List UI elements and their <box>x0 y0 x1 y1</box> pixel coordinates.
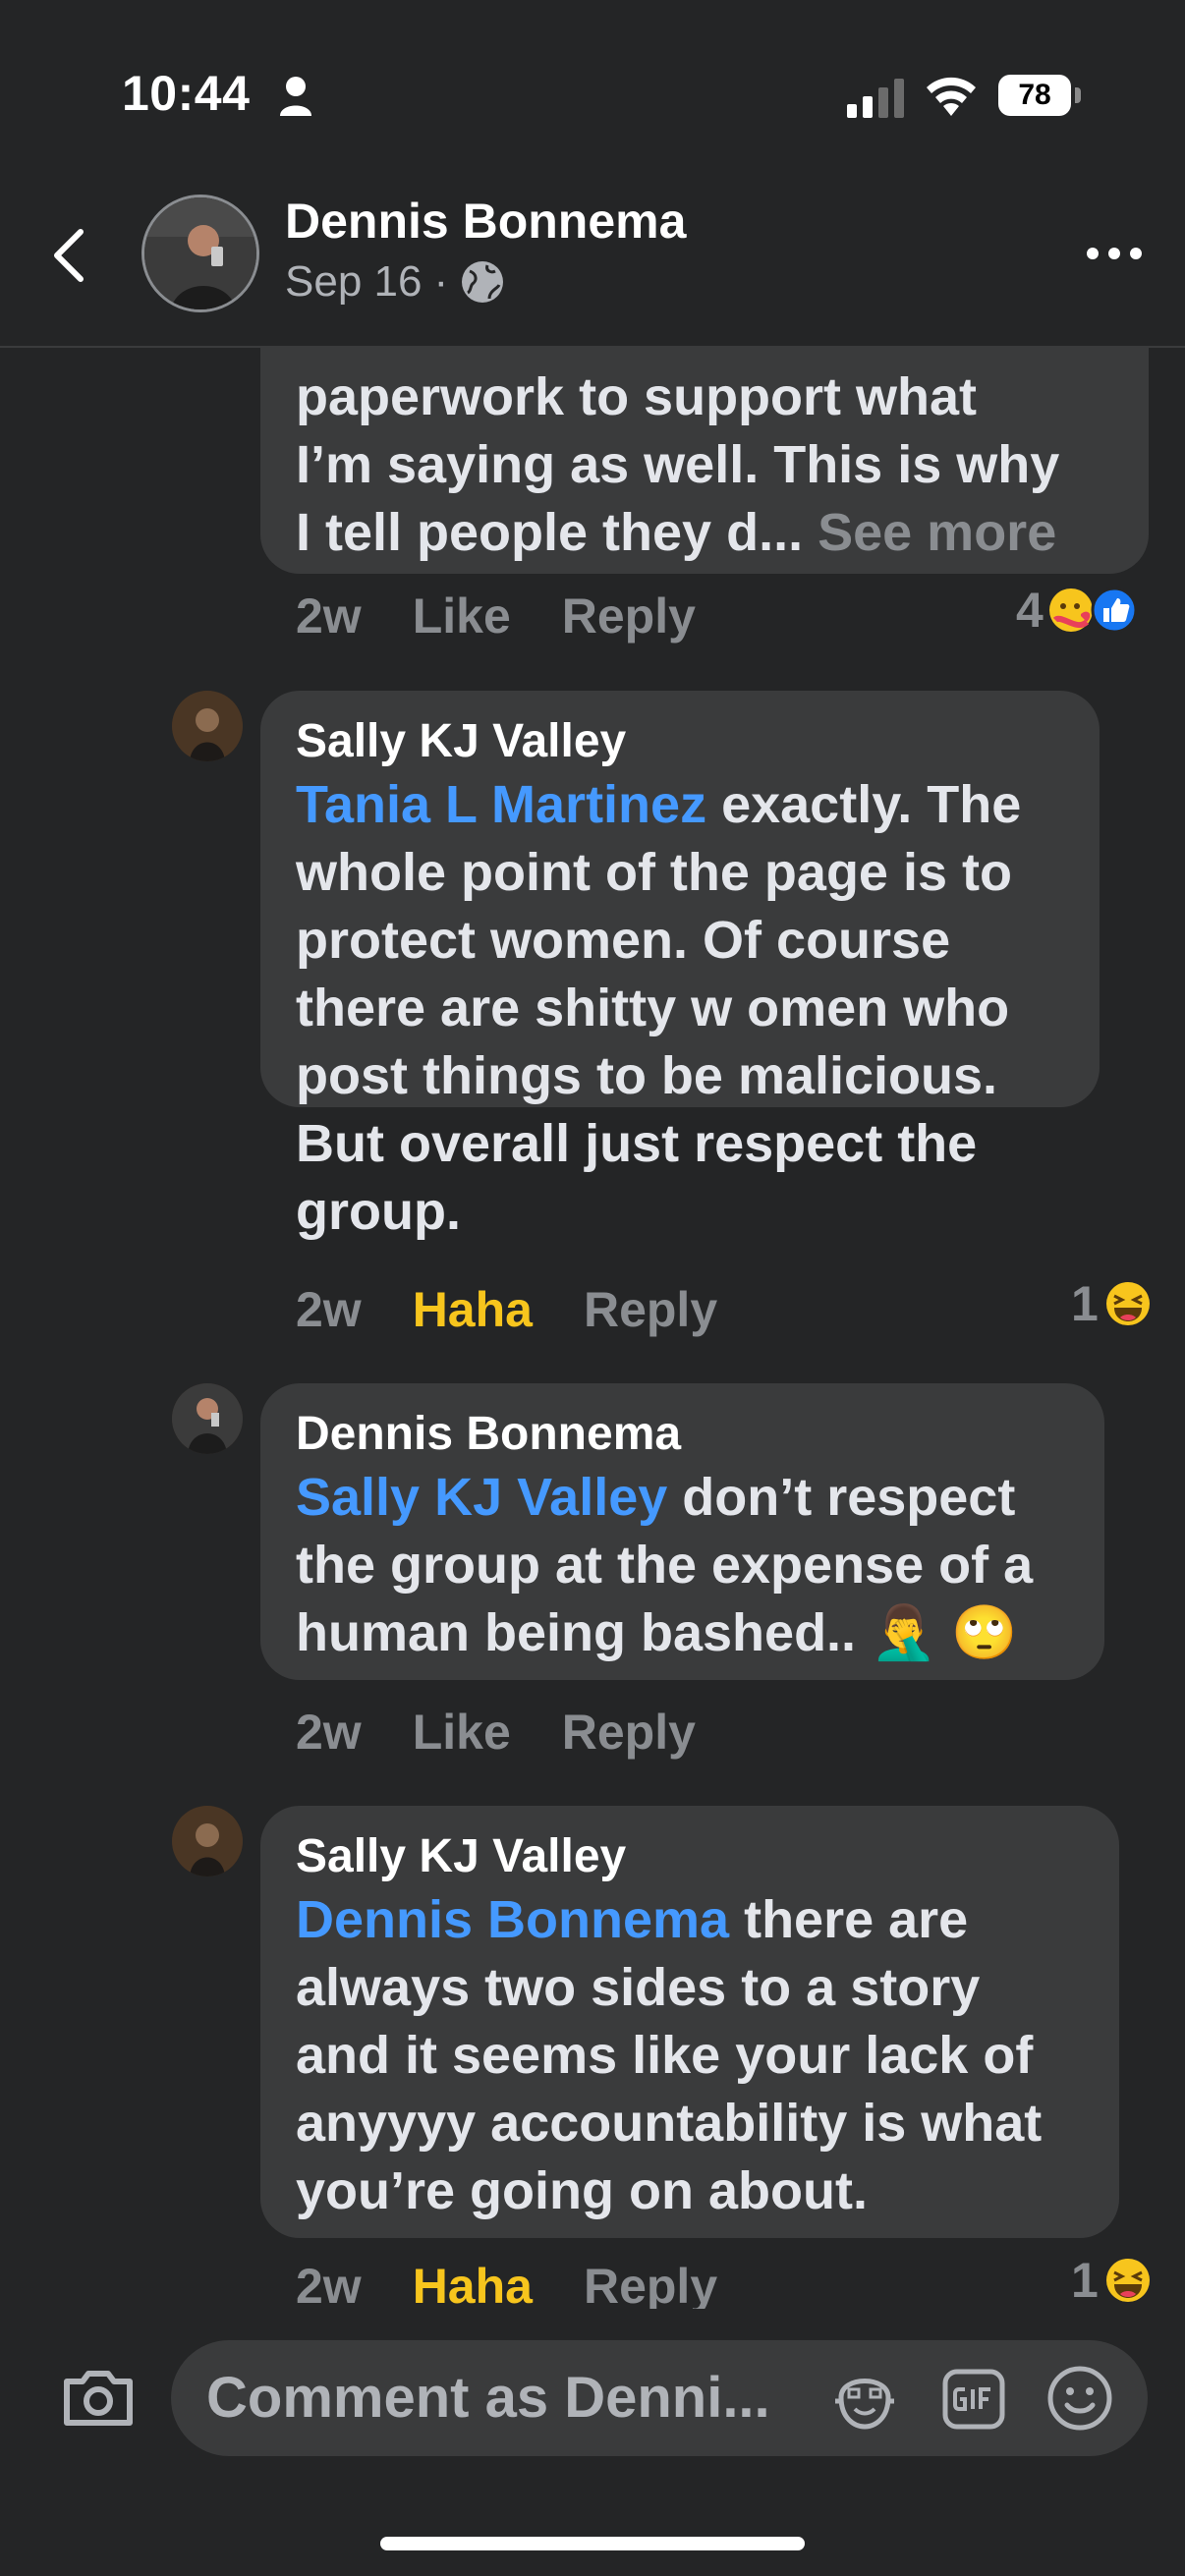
comment-line: I tell people they d... See more <box>296 499 1113 567</box>
comment-time: 2w <box>296 2259 362 2309</box>
comment-line: always two sides to a story <box>296 1958 981 2017</box>
comment-line-text: I tell people they d... <box>296 503 818 562</box>
comment-bubble[interactable]: Sally KJ Valley Dennis Bonnema there are… <box>260 1806 1119 2238</box>
post-header: Dennis Bonnema Sep 16 · <box>0 187 1185 348</box>
post-meta: Sep 16 · <box>285 257 505 307</box>
comment-line: Sally KJ Valley don’t respect <box>296 1464 1069 1532</box>
haha-reaction-icon <box>1105 1282 1150 1325</box>
home-indicator[interactable] <box>380 2537 805 2550</box>
comment-author[interactable]: Dennis Bonnema <box>296 1405 1069 1464</box>
comment-bubble[interactable]: Sally KJ Valley Tania L Martinez exactly… <box>260 691 1100 1241</box>
comment-actions: 2w Like Reply <box>296 1704 696 1761</box>
comment-line: and it seems like your lack of <box>296 2026 1034 2085</box>
more-options-icon[interactable] <box>1085 244 1144 263</box>
comment-line: But overall just respect the <box>296 1114 978 1173</box>
comment-bubble[interactable]: Dennis Bonnema Sally KJ Valley don’t res… <box>260 1383 1104 1680</box>
meta-separator: · <box>433 257 449 306</box>
commenter-avatar[interactable] <box>172 1806 243 1876</box>
comment-actions: 2w Haha Reply <box>296 1281 717 1338</box>
status-time: 10:44 <box>122 66 251 121</box>
cellular-signal-icon <box>847 79 904 118</box>
post-date[interactable]: Sep 16 <box>285 257 422 307</box>
comment-author[interactable]: Sally KJ Valley <box>296 712 1064 771</box>
comment-time: 2w <box>296 1282 362 1337</box>
author-avatar[interactable] <box>141 195 259 312</box>
comment-actions: 2w Like Reply <box>296 588 696 644</box>
reaction-count: 1 <box>1071 1276 1099 1331</box>
comment-time: 2w <box>296 588 362 644</box>
comment-author[interactable]: Sally KJ Valley <box>296 1827 1084 1886</box>
comment-line: group. <box>296 1182 461 1241</box>
avatar-sticker-icon[interactable] <box>831 2368 898 2431</box>
comment-line: you’re going on about. <box>296 2161 868 2220</box>
see-more-link[interactable]: See more <box>818 503 1056 562</box>
reaction-count: 4 <box>1016 583 1044 638</box>
comment-line: protect women. Of course <box>296 911 951 970</box>
comment-line-text: don’t respect <box>667 1468 1016 1527</box>
emoji-icon[interactable] <box>1045 2364 1114 2433</box>
reaction-summary[interactable]: 1 <box>1071 2252 1154 2309</box>
reaction-summary[interactable]: 1 <box>1071 1275 1154 1332</box>
comment-composer: Comment as Denni... <box>0 2309 1185 2456</box>
comment-bubble[interactable]: paperwork to support what I’m saying as … <box>260 348 1149 574</box>
comment-actions: 2w Haha Reply <box>296 2258 717 2309</box>
comment-line: post things to be malicious. <box>296 1046 998 1105</box>
haha-button[interactable]: Haha <box>413 1281 533 1338</box>
like-button[interactable]: Like <box>413 588 511 644</box>
comment-line: Tania L Martinez exactly. The <box>296 771 1064 839</box>
comment-line: the group at the expense of a <box>296 1536 1034 1595</box>
comment-input[interactable]: Comment as Denni... <box>171 2340 1148 2456</box>
commenter-avatar[interactable] <box>172 1383 243 1454</box>
comment-input-placeholder: Comment as Denni... <box>206 2366 770 2430</box>
comment-line: I’m saying as well. This is why <box>296 435 1060 494</box>
reply-button[interactable]: Reply <box>584 2258 717 2309</box>
comment-line: anyyyy accountability is what <box>296 2094 1043 2153</box>
mention-link[interactable]: Dennis Bonnema <box>296 1890 729 1949</box>
comment-time: 2w <box>296 1705 362 1760</box>
comment-line: Dennis Bonnema there are <box>296 1886 1084 1954</box>
like-button[interactable]: Like <box>413 1704 511 1761</box>
status-bar: 10:44 78 <box>0 0 1185 187</box>
focus-person-icon <box>280 77 311 116</box>
haha-reaction-icon <box>1105 2259 1150 2302</box>
reply-button[interactable]: Reply <box>562 1704 696 1761</box>
comment-line: human being bashed.. 🤦‍♂️ 🙄 <box>296 1603 1018 1662</box>
comment-line-text: exactly. The <box>706 775 1022 834</box>
comment-line: paperwork to support what <box>296 367 978 426</box>
gif-icon[interactable] <box>941 2368 1006 2431</box>
mention-link[interactable]: Tania L Martinez <box>296 775 706 834</box>
like-reaction-icon <box>1091 587 1138 634</box>
comment-line: there are shitty w omen who <box>296 979 1010 1037</box>
reaction-count: 1 <box>1071 2253 1099 2308</box>
comment-line: whole point of the page is to <box>296 843 1012 902</box>
wifi-icon <box>927 77 976 116</box>
reaction-summary[interactable]: 4 <box>1016 582 1140 639</box>
author-name[interactable]: Dennis Bonnema <box>285 193 686 250</box>
public-globe-icon <box>462 261 504 303</box>
comment-thread: paperwork to support what I’m saying as … <box>0 348 1185 2309</box>
comment-line-text: there are <box>729 1890 969 1949</box>
reply-button[interactable]: Reply <box>562 588 696 644</box>
reply-button[interactable]: Reply <box>584 1281 717 1338</box>
battery-level: 78 <box>1018 79 1051 111</box>
camera-icon[interactable] <box>61 2366 136 2429</box>
mention-link[interactable]: Sally KJ Valley <box>296 1468 667 1527</box>
haha-button[interactable]: Haha <box>413 2258 533 2309</box>
commenter-avatar[interactable] <box>172 691 243 761</box>
back-chevron-icon[interactable] <box>49 226 88 285</box>
battery-icon: 78 <box>998 75 1081 116</box>
